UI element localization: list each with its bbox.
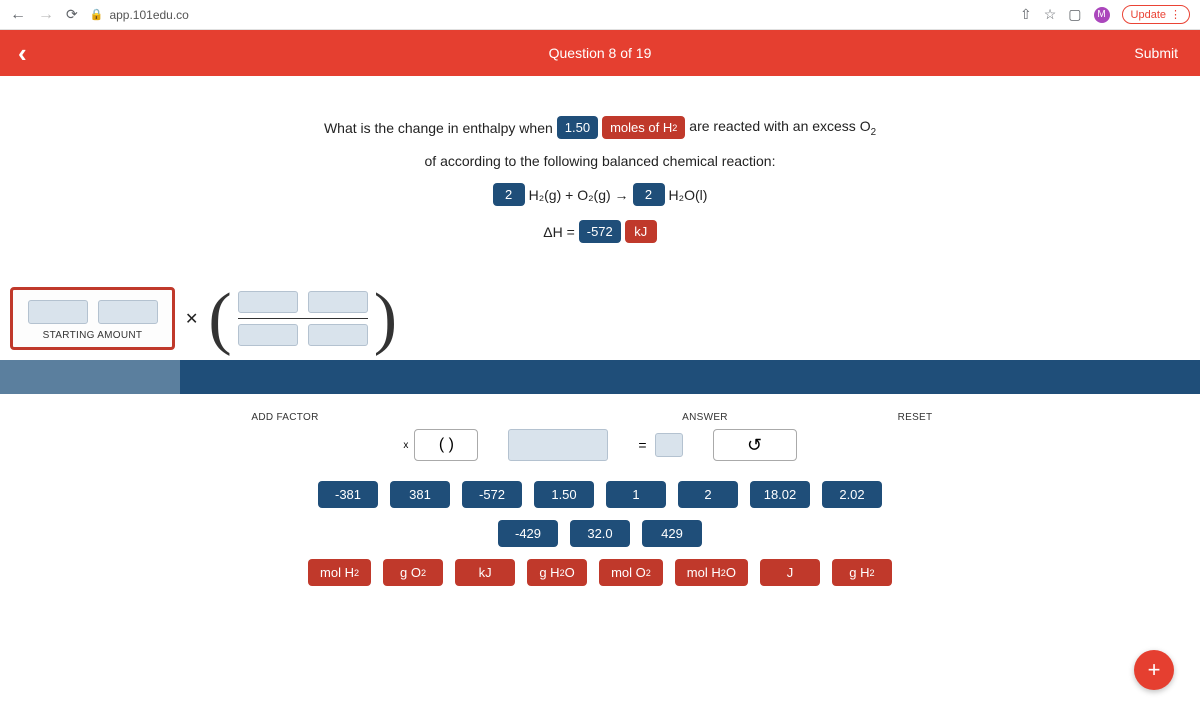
- unit-tile[interactable]: J: [760, 559, 820, 586]
- update-button[interactable]: Update ⋮: [1122, 5, 1190, 24]
- number-tiles-row1: -381 381 -572 1.50 12 18.02 2.02: [0, 481, 1200, 508]
- separator-band: [0, 360, 1200, 394]
- coef2-pill[interactable]: 2: [633, 183, 665, 206]
- number-tile[interactable]: 18.02: [750, 481, 810, 508]
- number-tile[interactable]: 1.50: [534, 481, 594, 508]
- answer-slot[interactable]: [655, 433, 683, 457]
- reset-heading: RESET: [855, 412, 975, 423]
- unit-tile[interactable]: kJ: [455, 559, 515, 586]
- controls-area: ADD FACTOR ANSWER RESET x ( ) = ↺ -381 38…: [0, 394, 1200, 616]
- reset-icon: ↺: [747, 435, 762, 456]
- answer-display: =: [638, 433, 682, 457]
- tabs-icon[interactable]: ▢: [1068, 6, 1081, 23]
- reload-icon[interactable]: ⟳: [66, 6, 78, 23]
- unit-tile[interactable]: g O2: [383, 559, 443, 586]
- denominator-value-slot[interactable]: [238, 324, 298, 346]
- number-tiles-row2: -429 32.0 429: [0, 520, 1200, 547]
- unit-tiles-row: mol H2 g O2 kJ g H2O mol O2 mol H2O Jg H2: [0, 559, 1200, 586]
- q-line2: of according to the following balanced c…: [425, 153, 776, 169]
- conversion-factor-box: ( ): [208, 291, 397, 347]
- unit-tile[interactable]: mol H2O: [675, 559, 748, 586]
- q-suffix1: are reacted with an excess O2: [689, 118, 876, 138]
- coef1-pill[interactable]: 2: [493, 183, 525, 206]
- answer-heading: ANSWER: [645, 412, 765, 423]
- right-paren-icon: ): [374, 298, 397, 340]
- reset-button[interactable]: ↺: [713, 429, 797, 461]
- value-pill[interactable]: 1.50: [557, 116, 598, 139]
- multiply-small-icon: x: [403, 440, 408, 451]
- number-tile[interactable]: 32.0: [570, 520, 630, 547]
- number-tile[interactable]: 381: [390, 481, 450, 508]
- profile-badge[interactable]: M: [1094, 7, 1110, 23]
- url-text: app.101edu.co: [109, 8, 188, 22]
- work-slot[interactable]: [508, 429, 608, 461]
- equals-sign: =: [638, 437, 646, 453]
- add-factor-control: x ( ): [403, 429, 478, 461]
- plus-icon: +: [1148, 657, 1161, 683]
- address-bar[interactable]: 🔒 app.101edu.co: [90, 8, 1008, 22]
- blank-heading: [435, 412, 555, 423]
- denominator-unit-slot[interactable]: [308, 324, 368, 346]
- number-tile[interactable]: 429: [642, 520, 702, 547]
- unit-tile[interactable]: mol O2: [599, 559, 663, 586]
- add-factor-heading: ADD FACTOR: [225, 412, 345, 423]
- starting-label: STARTING AMOUNT: [23, 330, 162, 341]
- add-fab-button[interactable]: +: [1134, 650, 1174, 690]
- question-counter: Question 8 of 19: [549, 45, 652, 61]
- unit-tile[interactable]: g H2: [832, 559, 892, 586]
- share-icon[interactable]: ⇧: [1020, 6, 1032, 23]
- browser-toolbar: ← → ⟳ 🔒 app.101edu.co ⇧ ☆ ▢ M Update ⋮: [0, 0, 1200, 30]
- nav-back-icon[interactable]: ←: [10, 6, 26, 24]
- dh-unit-pill[interactable]: kJ: [625, 220, 657, 243]
- dh-value-pill[interactable]: -572: [579, 220, 621, 243]
- submit-button[interactable]: Submit: [1112, 45, 1200, 61]
- number-tile[interactable]: -572: [462, 481, 522, 508]
- nav-forward-icon[interactable]: →: [38, 6, 54, 24]
- number-tile[interactable]: -381: [318, 481, 378, 508]
- starting-unit-slot[interactable]: [98, 300, 158, 324]
- eq-mid: H₂(g) + O₂(g) →: [529, 187, 629, 203]
- numerator-unit-slot[interactable]: [308, 291, 368, 313]
- app-header: ‹ Question 8 of 19 Submit: [0, 30, 1200, 76]
- numerator-value-slot[interactable]: [238, 291, 298, 313]
- number-tile[interactable]: 2: [678, 481, 738, 508]
- moles-pill[interactable]: moles of H2: [602, 116, 685, 139]
- number-tile[interactable]: -429: [498, 520, 558, 547]
- unit-tile[interactable]: mol H2: [308, 559, 371, 586]
- menu-dots-icon: ⋮: [1170, 8, 1181, 21]
- dimensional-analysis-row: STARTING AMOUNT ✕ ( ): [0, 287, 1200, 360]
- left-paren-icon: (: [208, 298, 231, 340]
- star-icon[interactable]: ☆: [1044, 6, 1057, 23]
- back-button[interactable]: ‹: [0, 38, 45, 69]
- toolbar-right: ⇧ ☆ ▢ M Update ⋮: [1020, 5, 1190, 24]
- q-prefix: What is the change in enthalpy when: [324, 120, 553, 136]
- add-factor-button[interactable]: ( ): [414, 429, 478, 461]
- update-label: Update: [1131, 9, 1166, 21]
- starting-value-slot[interactable]: [28, 300, 88, 324]
- multiply-icon: ✕: [185, 309, 198, 329]
- unit-tile[interactable]: g H2O: [527, 559, 587, 586]
- starting-amount-box[interactable]: STARTING AMOUNT: [10, 287, 175, 350]
- lock-icon: 🔒: [90, 8, 104, 21]
- number-tile[interactable]: 1: [606, 481, 666, 508]
- number-tile[interactable]: 2.02: [822, 481, 882, 508]
- fraction-line: [238, 318, 368, 320]
- dh-prefix: ΔH =: [543, 224, 575, 240]
- question-text: What is the change in enthalpy when 1.50…: [0, 76, 1200, 287]
- eq-end: H₂O(l): [669, 187, 708, 203]
